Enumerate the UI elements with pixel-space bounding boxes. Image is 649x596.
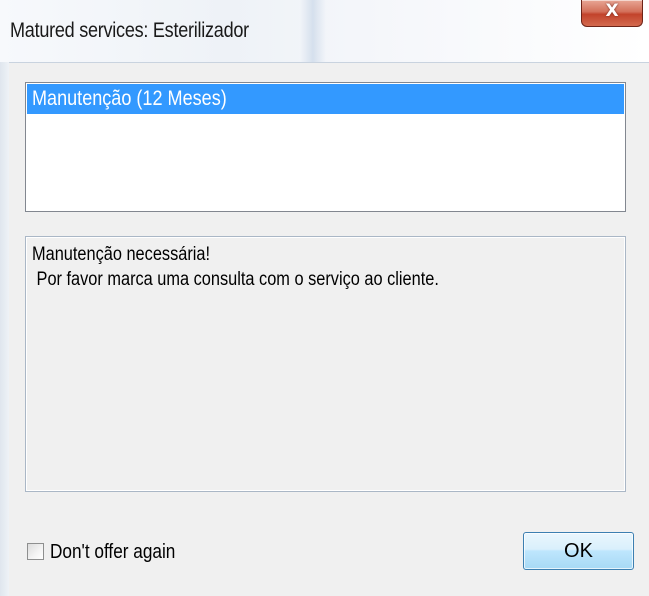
window-title: Matured services: Esterilizador [10,19,249,42]
dialog-body: Manutenção (12 Meses) Manutenção necessá… [9,62,649,596]
close-button[interactable]: X [581,0,643,27]
dont-offer-again-option[interactable]: Don't offer again [27,539,267,565]
dont-offer-again-checkbox[interactable] [27,543,44,560]
list-item-label: Manutenção (12 Meses) [32,87,227,110]
service-list[interactable]: Manutenção (12 Meses) [25,82,626,212]
list-item-service-selected[interactable]: Manutenção (12 Meses) [27,84,624,114]
title-bar[interactable]: Matured services: Esterilizador X [0,0,649,62]
message-line-1: Manutenção necessária! [32,244,211,265]
message-line-2: Por favor marca uma consulta com o servi… [32,269,439,290]
dont-offer-again-label[interactable]: Don't offer again [50,539,175,565]
close-icon: X [605,1,619,21]
message-panel: Manutenção necessária! Por favor marca u… [25,236,626,492]
ok-button[interactable]: OK [523,532,634,570]
window-frame-left [0,62,9,596]
ok-button-label: OK [564,540,593,562]
dialog-window: Matured services: Esterilizador X Manute… [0,0,649,596]
